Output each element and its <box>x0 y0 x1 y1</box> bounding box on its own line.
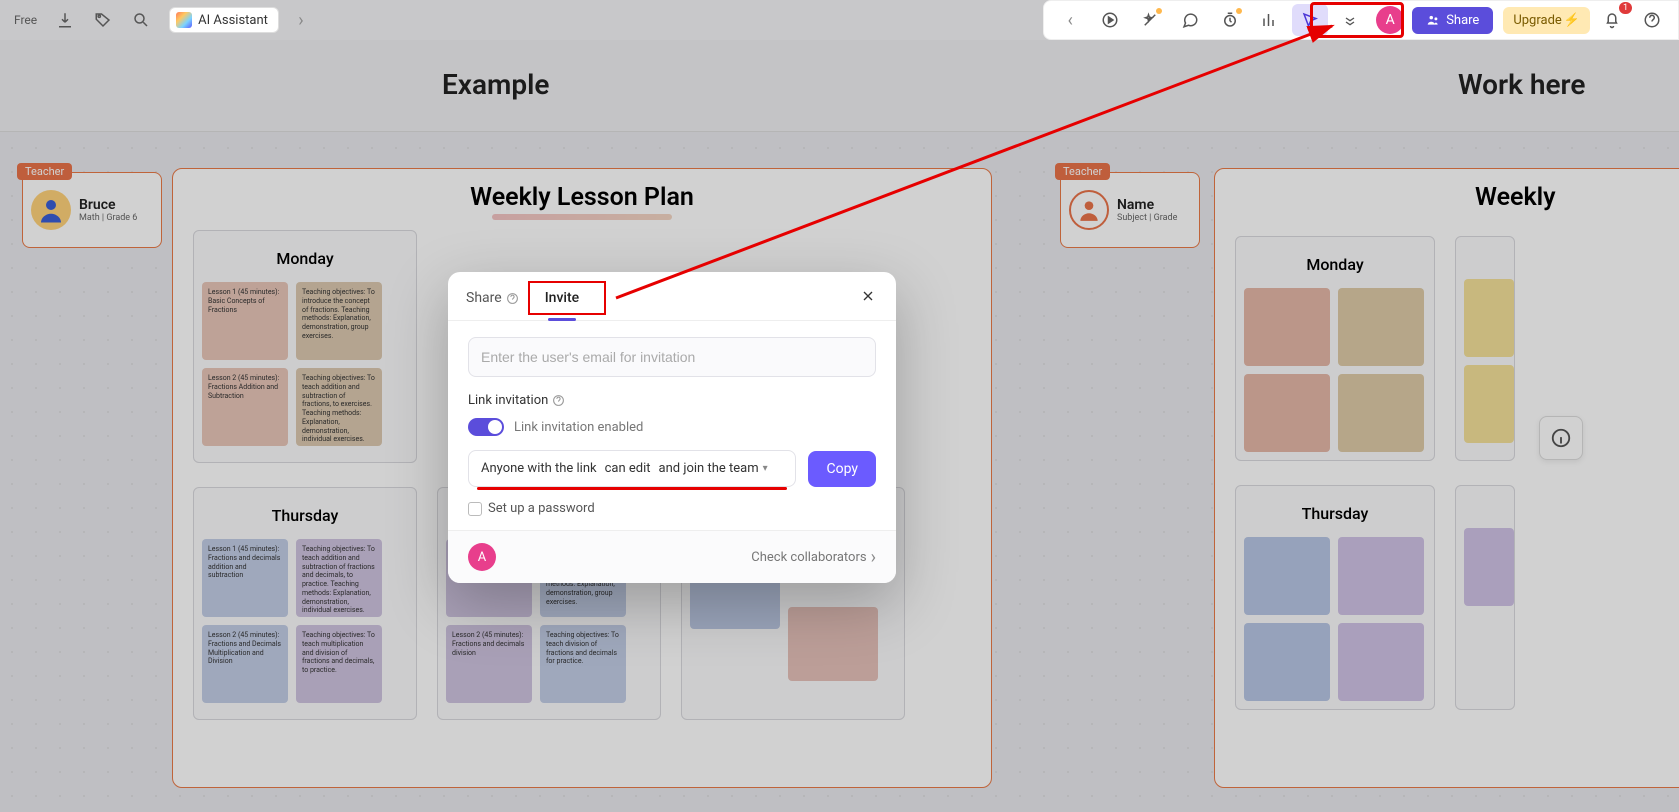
access-anyone: Anyone with the link <box>481 461 597 476</box>
tab-share-label: Share <box>466 290 502 306</box>
upgrade-button[interactable]: Upgrade ⚡ <box>1503 7 1590 34</box>
wand-icon[interactable] <box>1132 4 1168 36</box>
link-invitation-label: Link invitation <box>468 393 876 408</box>
chevron-right-icon: › <box>871 547 876 568</box>
chart-icon[interactable] <box>1252 4 1288 36</box>
link-invitation-toggle[interactable] <box>468 418 504 436</box>
share-button[interactable]: Share <box>1412 7 1493 34</box>
chevron-right-icon[interactable]: › <box>285 4 317 36</box>
play-icon[interactable] <box>1092 4 1128 36</box>
check-collaborators-label: Check collaborators <box>751 550 866 565</box>
tab-invite[interactable]: Invite <box>545 286 579 320</box>
search-icon[interactable] <box>125 4 157 36</box>
free-badge: Free <box>8 11 43 29</box>
password-label: Set up a password <box>488 501 595 516</box>
comment-icon[interactable] <box>1172 4 1208 36</box>
share-button-label: Share <box>1446 13 1479 28</box>
access-permission: can edit <box>605 461 651 476</box>
collapse-icon[interactable] <box>1332 4 1368 36</box>
annotation-access-underline <box>477 487 787 490</box>
notification-badge: 1 <box>1619 2 1632 14</box>
help-icon[interactable] <box>1634 4 1670 36</box>
close-icon[interactable] <box>856 284 880 308</box>
tab-share[interactable]: Share <box>466 286 519 320</box>
copy-link-button[interactable]: Copy <box>808 451 876 487</box>
tag-icon[interactable] <box>87 4 119 36</box>
ai-logo-icon <box>176 12 192 28</box>
tab-invite-label: Invite <box>545 290 579 306</box>
upgrade-label: Upgrade <box>1513 13 1561 28</box>
share-invite-modal: Share Invite Link invitation Link invita… <box>448 272 896 583</box>
lightning-icon: ⚡ <box>1564 13 1580 28</box>
toggle-label: Link invitation enabled <box>514 420 643 435</box>
notifications-button[interactable]: 1 <box>1594 4 1630 36</box>
password-checkbox[interactable] <box>468 502 482 516</box>
ai-assistant-label: AI Assistant <box>198 13 268 28</box>
check-collaborators-link[interactable]: Check collaborators › <box>751 547 876 568</box>
cursor-tool-icon[interactable] <box>1292 4 1328 36</box>
chevron-down-icon: ▾ <box>763 463 768 474</box>
ai-assistant-button[interactable]: AI Assistant <box>169 7 279 33</box>
collaborator-avatar: A <box>468 543 496 571</box>
help-circle-icon <box>552 394 565 407</box>
access-join: and join the team <box>659 461 759 476</box>
help-circle-icon <box>506 292 519 305</box>
timer-icon[interactable] <box>1212 4 1248 36</box>
chevron-left-icon[interactable]: ‹ <box>1052 4 1088 36</box>
invite-email-input[interactable] <box>468 337 876 377</box>
download-icon[interactable] <box>49 4 81 36</box>
link-access-dropdown[interactable]: Anyone with the link can edit and join t… <box>468 450 796 487</box>
user-avatar[interactable]: A <box>1376 6 1404 34</box>
